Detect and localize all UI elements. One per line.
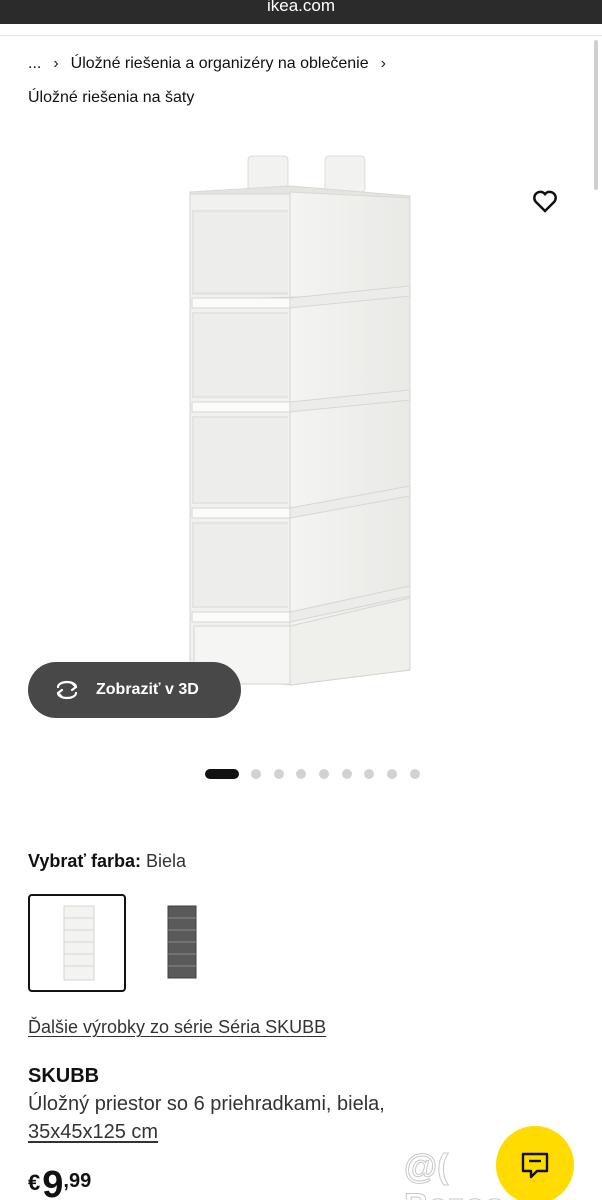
price-integer: 9 — [42, 1164, 64, 1200]
top-divider — [0, 24, 602, 36]
color-option-dark-grey[interactable] — [132, 894, 230, 992]
gallery-dot[interactable] — [251, 769, 261, 779]
breadcrumb-item-clothes-storage[interactable]: Úložné riešenia na šaty — [28, 89, 194, 106]
gallery-dot[interactable] — [341, 769, 352, 779]
view-3d-button[interactable]: Zobraziť v 3D — [28, 662, 241, 718]
price-currency: € — [28, 1170, 41, 1195]
color-label-title: Vybrať farba: — [28, 851, 141, 871]
gallery-dot[interactable] — [205, 769, 239, 779]
dark-grey-organizer-thumbnail — [167, 905, 197, 979]
product-image[interactable] — [160, 150, 440, 750]
rotate-3d-icon — [56, 680, 78, 700]
gallery-pagination — [205, 768, 433, 780]
gallery-dot[interactable] — [409, 769, 420, 779]
color-selector-label: Vybrať farba: Biela — [28, 851, 186, 872]
heart-icon[interactable] — [530, 186, 560, 216]
breadcrumb: ... › Úložné riešenia a organizéry na ob… — [28, 54, 588, 108]
series-link[interactable]: Ďalšie výrobky zo série Séria SKUBB — [28, 1017, 326, 1038]
gallery-dot[interactable] — [273, 769, 284, 779]
breadcrumb-separator: › — [53, 55, 59, 72]
breadcrumb-item-storage[interactable]: Úložné riešenia a organizéry na oblečeni… — [71, 54, 369, 74]
color-value: Biela — [146, 851, 187, 871]
scrollbar[interactable] — [594, 40, 598, 190]
product-name: SKUBB — [28, 1065, 100, 1087]
gallery-dot[interactable] — [387, 769, 398, 779]
gallery-dot[interactable] — [319, 769, 330, 779]
browser-top-bar: ikea.com — [0, 0, 602, 24]
chat-icon — [521, 1152, 549, 1179]
breadcrumb-ellipsis[interactable]: ... — [28, 54, 41, 74]
product-size-link[interactable]: 35x45x125 cm — [28, 1121, 158, 1144]
gallery-dot[interactable] — [296, 769, 307, 779]
chat-button[interactable] — [496, 1126, 574, 1200]
product-description: Úložný priestor so 6 priehradkami, biela… — [28, 1093, 385, 1115]
price-decimal: ,99 — [63, 1170, 92, 1192]
gallery-dot[interactable] — [364, 769, 375, 779]
breadcrumb-separator: › — [380, 55, 386, 72]
color-option-white[interactable] — [28, 894, 126, 992]
view-3d-label: Zobraziť v 3D — [96, 681, 199, 698]
browser-url[interactable]: ikea.com — [0, 0, 602, 16]
white-organizer-thumbnail — [63, 905, 95, 981]
price: € 9 ,99 — [28, 1166, 91, 1200]
